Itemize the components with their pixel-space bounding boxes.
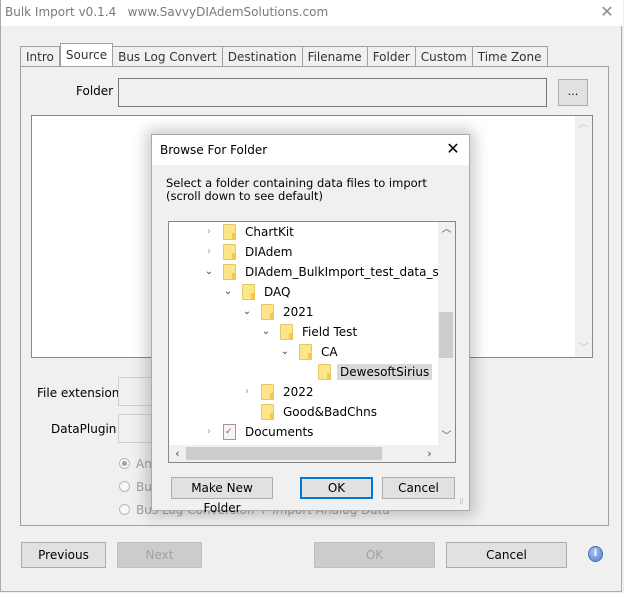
folder-icon	[223, 264, 236, 280]
tree-vertical-scrollbar[interactable]: ︿ ﹀	[438, 222, 455, 445]
chevron-down-icon[interactable]: ⌄	[203, 266, 215, 278]
title-bar: Bulk Import v0.1.4 www.SavvyDIAdemSoluti…	[1, 0, 623, 26]
previous-button[interactable]: Previous	[21, 542, 106, 568]
scroll-right-icon[interactable]: ›	[421, 445, 438, 462]
dialog-close-icon[interactable]: ✕	[445, 140, 461, 158]
tree-item-label: Field Test	[302, 325, 358, 339]
folder-label: Folder	[76, 84, 114, 98]
tree-item[interactable]: ⌄ DAQ	[222, 282, 293, 302]
dialog-title: Browse For Folder	[160, 143, 268, 157]
tree-item[interactable]: ⌄ CA	[279, 342, 341, 362]
folder-icon	[280, 324, 293, 340]
scroll-thumb[interactable]	[439, 312, 453, 358]
tab-strip: Intro Source Bus Log Convert Destination…	[20, 43, 548, 68]
chevron-right-icon[interactable]: ›	[203, 246, 215, 258]
tree-item-label: DewesoftSirius	[337, 364, 433, 380]
folder-icon	[223, 244, 236, 260]
info-icon[interactable]: i	[588, 546, 603, 562]
tree-item[interactable]: ›Good&BadChns	[241, 402, 380, 422]
chevron-down-icon[interactable]: ⌄	[279, 346, 291, 358]
dialog-instructions: Select a folder containing data files to…	[166, 176, 427, 203]
chevron-right-icon[interactable]: ›	[241, 386, 253, 398]
tree-item-label: 2022	[283, 385, 314, 399]
tree-item[interactable]: ⌄ DIAdem_BulkImport_test_data_sets	[203, 262, 456, 282]
tree-item-label: DIAdem_BulkImport_test_data_sets	[245, 265, 456, 279]
cancel-button[interactable]: Cancel	[446, 542, 567, 568]
resize-grip-icon[interactable]: ⠿	[459, 499, 467, 508]
make-new-folder-button[interactable]: Make New Folder	[171, 477, 273, 515]
tree-item-label: Good&BadChns	[283, 405, 378, 419]
ok-button[interactable]: OK	[314, 542, 435, 568]
tree-item-label: DIAdem	[245, 245, 293, 259]
tree-item[interactable]: › 2022	[241, 382, 317, 402]
tree-item[interactable]: ›DewesoftSirius	[298, 362, 433, 382]
dialog-ok-button[interactable]: OK	[300, 477, 373, 499]
close-icon[interactable]: ✕	[599, 3, 615, 21]
documents-icon	[223, 424, 236, 440]
file-extension-label: File extension	[37, 386, 120, 400]
tree-item[interactable]: › DIAdem	[203, 242, 295, 262]
dialog-cancel-button[interactable]: Cancel	[382, 477, 455, 499]
folder-icon	[318, 364, 331, 380]
tree-item-label: CA	[321, 345, 338, 359]
tab-bus-log-convert[interactable]: Bus Log Convert	[113, 46, 223, 68]
chevron-down-icon[interactable]: ⌄	[260, 326, 272, 338]
scroll-left-icon[interactable]: ‹	[169, 445, 186, 462]
tab-filename[interactable]: Filename	[302, 46, 368, 68]
dialog-title-bar: Browse For Folder ✕	[152, 135, 469, 165]
scroll-up-icon[interactable]: ︿	[575, 116, 592, 133]
folder-icon	[261, 404, 274, 420]
radio-button[interactable]	[119, 481, 130, 492]
tree-item-label: 2021	[283, 305, 314, 319]
tab-source[interactable]: Source	[59, 43, 114, 66]
folder-icon	[261, 384, 274, 400]
next-button[interactable]: Next	[117, 542, 202, 568]
radio-button-checked[interactable]	[119, 458, 130, 469]
window-title: Bulk Import v0.1.4 www.SavvyDIAdemSoluti…	[5, 5, 329, 19]
folder-icon	[223, 224, 236, 240]
tree-item-label: ChartKit	[245, 225, 294, 239]
tree-horizontal-scrollbar[interactable]: ‹ ›	[169, 445, 455, 462]
tree-item[interactable]: ⌄ Field Test	[260, 322, 360, 342]
tab-time-zone[interactable]: Time Zone	[472, 46, 548, 68]
browse-folder-button[interactable]: ...	[558, 79, 588, 106]
tree-item[interactable]: › ChartKit	[203, 222, 297, 242]
dataplugin-label: DataPlugin	[51, 422, 117, 436]
tree-item-label: Documents	[245, 425, 314, 439]
folder-icon	[261, 304, 274, 320]
tab-folder[interactable]: Folder	[367, 46, 416, 68]
tree-item-label: DAQ	[264, 285, 291, 299]
tab-destination[interactable]: Destination	[222, 46, 303, 68]
chevron-right-icon[interactable]: ›	[203, 426, 215, 438]
radio-button[interactable]	[119, 504, 130, 515]
scroll-thumb[interactable]	[186, 447, 382, 460]
scroll-down-icon[interactable]: ﹀	[575, 340, 592, 357]
folder-tree[interactable]: ›Documents›Good&BadChns›2022›DewesoftSir…	[168, 221, 456, 463]
tree-item[interactable]: ⌄ 2021	[241, 302, 317, 322]
scroll-down-icon[interactable]: ﹀	[438, 429, 455, 445]
tab-intro[interactable]: Intro	[20, 46, 60, 68]
tree-item[interactable]: › Documents	[203, 422, 316, 442]
folder-icon	[299, 344, 312, 360]
chevron-down-icon[interactable]: ⌄	[222, 286, 234, 298]
tab-custom[interactable]: Custom	[415, 46, 473, 68]
scroll-up-icon[interactable]: ︿	[438, 222, 455, 238]
folder-icon	[242, 284, 255, 300]
file-list-scrollbar[interactable]: ︿ ﹀	[575, 116, 592, 357]
browse-for-folder-dialog: Browse For Folder ✕ Select a folder cont…	[151, 134, 470, 515]
chevron-right-icon[interactable]: ›	[203, 226, 215, 238]
folder-input[interactable]	[118, 78, 547, 107]
chevron-down-icon[interactable]: ⌄	[241, 306, 253, 318]
